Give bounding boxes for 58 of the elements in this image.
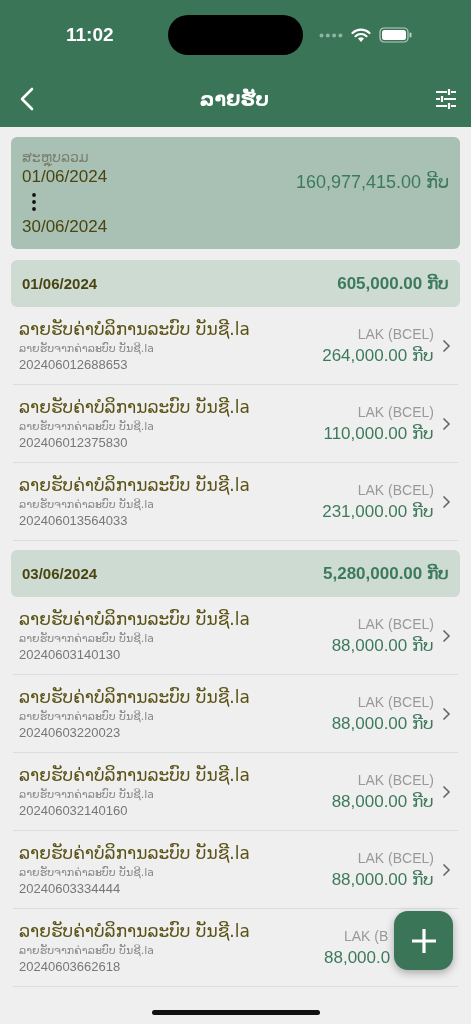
transaction-amount: 231,000.00 ກີບ (322, 500, 434, 523)
filter-sliders-icon[interactable] (435, 88, 457, 109)
transaction-description: ລາຍຮັບຈາກຄ່າລະບົບ ບັນຊີ.la (19, 419, 156, 435)
group-total: 605,000.00 ກີບ (337, 273, 449, 294)
transaction-description: ລາຍຮັບຈາກຄ່າລະບົບ ບັນຊີ.la (19, 631, 156, 647)
currency-label: LAK (BCEL) (357, 324, 434, 344)
transaction-amount: 88,000.00 ກີບ (331, 868, 434, 891)
transaction-title[interactable]: ລາຍຮັບຄ່າບໍລິການລະບົບ ບັນຊີ.la (19, 764, 250, 786)
transaction-amount: 88,000.00 ກີບ (331, 790, 434, 813)
vertical-dots-icon (32, 193, 36, 211)
transaction-amount: 88,000.00 ກີບ (331, 712, 434, 735)
transaction-title[interactable]: ລາຍຮັບຄ່າບໍລິການລະບົບ ບັນຊີ.la (19, 396, 250, 418)
transaction-title[interactable]: ລາຍຮັບຄ່າບໍລິການລະບົບ ບັນຊີ.la (19, 608, 250, 630)
back-icon[interactable] (20, 86, 34, 111)
currency-label: LAK (BCEL) (357, 614, 434, 634)
signal-icon (319, 32, 343, 38)
transaction-number: 202406012375830 (19, 435, 129, 451)
transaction-number: 20240603140130 (19, 647, 122, 663)
transaction-amount: 110,000.00 ກີບ (323, 422, 434, 445)
transaction-title[interactable]: ລາຍຮັບຄ່າບໍລິການລະບົບ ບັນຊີ.la (19, 318, 250, 340)
transaction-number: 20240603334444 (19, 881, 122, 897)
transaction-description: ລາຍຮັບຈາກຄ່າລະບົບ ບັນຊີ.la (19, 497, 156, 513)
currency-label: LAK (B (344, 926, 389, 946)
transaction-amount: 264,000.00 ກີບ (322, 344, 434, 367)
transaction-description: ລາຍຮັບຈາກຄ່າລະບົບ ບັນຊີ.la (19, 787, 156, 803)
transaction-number: 20240603662618 (19, 959, 122, 975)
transaction-number: 202406032140160 (19, 803, 129, 819)
group-date: 03/06/2024 (22, 565, 98, 582)
transaction-description: ລາຍຮັບຈາກຄ່າລະບົບ ບັນຊີ.la (19, 709, 156, 725)
transaction-number: 202406013564033 (19, 513, 129, 529)
summary-label: ສະຫຼຸບລວມ (22, 149, 90, 165)
transaction-amount: 88,000.0 (324, 946, 391, 969)
group-total: 5,280,000.00 ກີບ (323, 563, 449, 584)
start-date: 01/06/2024 (22, 167, 108, 187)
transaction-title[interactable]: ລາຍຮັບຄ່າບໍລິການລະບົບ ບັນຊີ.la (19, 474, 250, 496)
transaction-description: ລາຍຮັບຈາກຄ່າລະບົບ ບັນຊີ.la (19, 341, 156, 357)
currency-label: LAK (BCEL) (357, 770, 434, 790)
status-time: 11:02 (66, 24, 114, 46)
currency-label: LAK (BCEL) (357, 480, 434, 500)
currency-label: LAK (BCEL) (357, 848, 434, 868)
wifi-icon (351, 27, 371, 43)
add-button[interactable] (394, 911, 453, 970)
plus-icon (409, 926, 438, 955)
page-title: ລາຍຮັບ (199, 87, 270, 110)
summary-total: 160,977,415.00 ກີບ (295, 171, 449, 193)
transaction-title[interactable]: ລາຍຮັບຄ່າບໍລິການລະບົບ ບັນຊີ.la (19, 842, 250, 864)
transaction-title[interactable]: ລາຍຮັບຄ່າບໍລິການລະບົບ ບັນຊີ.la (19, 686, 250, 708)
transaction-number: 20240603220023 (19, 725, 122, 741)
group-date: 01/06/2024 (22, 275, 98, 292)
transaction-number: 202406012688653 (19, 357, 129, 373)
transaction-description: ລາຍຮັບຈາກຄ່າລະບົບ ບັນຊີ.la (19, 943, 156, 959)
currency-label: LAK (BCEL) (357, 402, 434, 422)
end-date: 30/06/2024 (22, 217, 108, 237)
transaction-description: ລາຍຮັບຈາກຄ່າລະບົບ ບັນຊີ.la (19, 865, 156, 881)
battery-icon (379, 27, 413, 43)
currency-label: LAK (BCEL) (357, 692, 434, 712)
transaction-title[interactable]: ລາຍຮັບຄ່າບໍລິການລະບົບ ບັນຊີ.la (19, 920, 250, 942)
transaction-amount: 88,000.00 ກີບ (331, 634, 434, 657)
